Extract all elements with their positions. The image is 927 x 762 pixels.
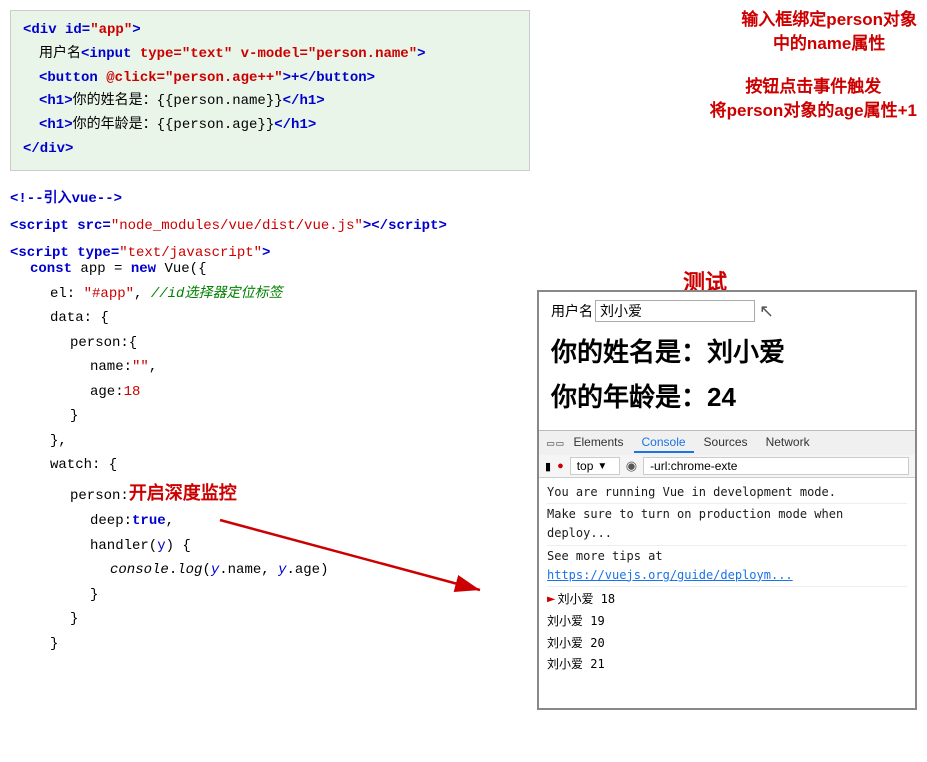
preview-content: 用户名 ↖ 你的姓名是：刘小爱 你的年龄是：24	[539, 292, 915, 430]
preview-name-h1: 你的姓名是：刘小爱	[551, 332, 903, 369]
preview-username-input[interactable]	[595, 300, 755, 322]
tab-console[interactable]: Console	[634, 433, 694, 453]
tag-input: <input type="text" v-model="person.name"…	[81, 46, 426, 62]
html-line-div-close: </div>	[23, 138, 517, 162]
html-line-button: <button @click="person.age++">+</button>	[39, 67, 517, 91]
tag-div-open: <div id="app">	[23, 22, 141, 38]
console-out-2: 刘小爱 19	[547, 611, 907, 632]
console-info-3: See more tips at https://vuejs.org/guide…	[547, 546, 907, 587]
js-handler-close: }	[90, 583, 530, 608]
devtools-console: You are running Vue in development mode.…	[539, 478, 915, 679]
tag-button: <button @click="person.age++">+</button>	[39, 70, 375, 86]
html-line-div-open: <div id="app">	[23, 19, 517, 43]
toolbar-top-select[interactable]: top ▼	[570, 457, 620, 475]
js-name: name:"",	[90, 355, 530, 380]
tag-div-close: </div>	[23, 141, 73, 157]
console-info-2: Make sure to turn on production mode whe…	[547, 504, 907, 545]
devtools-toolbar: ▮ ● top ▼ ◉ -url:chrome-exte	[539, 455, 915, 478]
html-line-h1-name: <h1>你的姓名是：{{person.name}}</h1>	[39, 90, 517, 114]
tag-h1-age: <h1>	[39, 117, 73, 133]
js-person-close: }	[70, 404, 530, 429]
console-info-1: You are running Vue in development mode.	[547, 482, 907, 504]
arrow-indicator: ►	[547, 588, 555, 610]
annotation-button-click: 按钮点击事件触发将person对象的age属性+1	[710, 75, 917, 123]
js-watch-person: person:开启深度监控	[70, 478, 530, 510]
devtools-tab-row: ▭ ▭ Elements Console Sources Network	[539, 431, 915, 455]
js-age: age:18	[90, 380, 530, 405]
tab-sources[interactable]: Sources	[696, 433, 756, 453]
js-const: const app = new Vue({	[30, 257, 530, 282]
html-code-box: <div id="app"> 用户名<input type="text" v-m…	[10, 10, 530, 171]
toolbar-icon-1: ▮	[545, 460, 551, 473]
js-el: el: "#app", //id选择器定位标签	[50, 282, 530, 307]
js-console: console.log(y.name, y.age)	[110, 558, 530, 583]
preview-input-row: 用户名 ↖	[551, 300, 903, 322]
page-container: <div id="app"> 用户名<input type="text" v-m…	[0, 0, 927, 762]
cursor-icon: ↖	[759, 301, 774, 322]
js-deep: deep:true,	[90, 509, 530, 534]
preview-age-h1: 你的年龄是：24	[551, 377, 903, 414]
username-text: 用户名	[39, 46, 81, 62]
tab-elements[interactable]: Elements	[565, 433, 631, 453]
devtools-tabs-bar: ▭ ▭ Elements Console Sources Network	[539, 430, 915, 455]
tab-network[interactable]: Network	[758, 433, 818, 453]
console-out-4: 刘小爱 21	[547, 654, 907, 675]
html-line-input: 用户名<input type="text" v-model="person.na…	[39, 43, 517, 67]
toolbar-icon-2: ●	[557, 460, 564, 472]
js-code-area: const app = new Vue({ el: "#app", //id选择…	[10, 257, 530, 656]
js-data-close: },	[50, 429, 530, 454]
toolbar-icon-3: ◉	[626, 458, 637, 474]
preview-username-label: 用户名	[551, 301, 593, 321]
js-watch: watch: {	[50, 453, 530, 478]
comment-vue: <!--引入vue-->	[10, 187, 530, 212]
annotation-input-binding: 输入框绑定person对象中的name属性	[741, 8, 917, 56]
js-data: data: {	[50, 306, 530, 331]
toolbar-filter-input[interactable]: -url:chrome-exte	[643, 457, 909, 475]
html-line-h1-age: <h1>你的年龄是：{{person.age}}</h1>	[39, 114, 517, 138]
script-src: <script src="node_modules/vue/dist/vue.j…	[10, 214, 530, 239]
console-out-1: ► 刘小爱 18	[547, 587, 907, 611]
console-out-3: 刘小爱 20	[547, 633, 907, 654]
js-watch-close: }	[50, 632, 530, 657]
tag-h1-name: <h1>	[39, 93, 73, 109]
devtools-icon-2: ▭	[556, 436, 563, 451]
js-handler: handler(y) {	[90, 534, 530, 559]
js-person: person:{	[70, 331, 530, 356]
devtools-icon-1: ▭	[547, 436, 554, 451]
preview-box: 用户名 ↖ 你的姓名是：刘小爱 你的年龄是：24 ▭ ▭ Elements Co…	[537, 290, 917, 710]
js-watch-person-close: }	[70, 607, 530, 632]
